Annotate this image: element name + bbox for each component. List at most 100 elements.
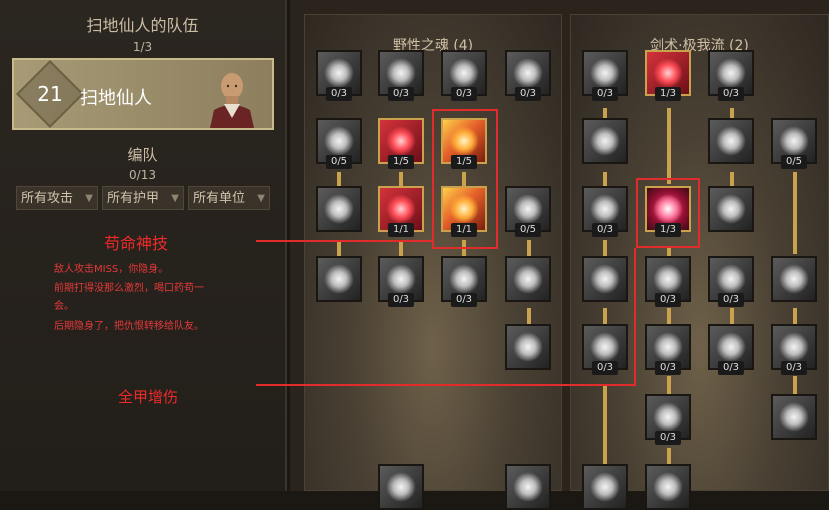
skill-points: 0/3 <box>325 87 353 101</box>
skill-points: 0/3 <box>591 223 619 237</box>
skill-tile[interactable] <box>378 464 424 510</box>
skill-points: 0/3 <box>717 361 745 375</box>
skill-icon <box>716 58 746 88</box>
member-name: 扫地仙人 <box>80 88 152 109</box>
armor-filter[interactable]: 所有护甲 ▼ <box>102 186 184 210</box>
skill-tile[interactable] <box>505 324 551 370</box>
skill-tile[interactable] <box>505 464 551 510</box>
skill-tile[interactable] <box>708 118 754 164</box>
skill-icon <box>590 332 620 362</box>
skill-tile[interactable]: 0/3 <box>378 50 424 101</box>
skill-tile[interactable]: 0/3 <box>582 324 628 375</box>
skill-tile[interactable] <box>582 118 628 164</box>
skill-tile[interactable]: 0/3 <box>441 50 487 101</box>
skill-icon <box>716 194 746 224</box>
skill-tile[interactable] <box>582 464 628 510</box>
annotation-pointer <box>634 248 636 386</box>
skill-tile[interactable]: 0/3 <box>708 324 754 375</box>
skill-tile[interactable] <box>708 186 754 232</box>
team-member-card[interactable]: 21 扫地仙人 <box>12 58 274 130</box>
skill-tile[interactable]: 0/3 <box>582 50 628 101</box>
skill-points: 0/3 <box>780 361 808 375</box>
skill-icon <box>590 472 620 502</box>
skill-points: 0/3 <box>654 431 682 445</box>
tree-connector <box>667 108 671 184</box>
tree-connector <box>603 384 607 464</box>
skill-tile[interactable] <box>582 256 628 302</box>
formation-count: 0/13 <box>129 168 156 182</box>
tree-connector <box>793 172 797 254</box>
skill-icon <box>590 58 620 88</box>
skill-icon <box>779 126 809 156</box>
tree-connector <box>667 308 671 324</box>
skill-tile[interactable]: 0/3 <box>645 256 691 307</box>
skill-icon <box>386 126 416 156</box>
skill-icon <box>653 332 683 362</box>
tree-connector <box>399 240 403 256</box>
skill-tile[interactable] <box>316 256 362 302</box>
skill-tile[interactable]: 0/5 <box>316 118 362 169</box>
skill-tile[interactable]: 0/3 <box>708 50 754 101</box>
skill-tile[interactable]: 0/3 <box>441 256 487 307</box>
skill-icon <box>653 58 683 88</box>
annotation-line: 后期隐身了，把仇恨转移给队友。 <box>54 321 204 332</box>
skill-icon <box>779 264 809 294</box>
unit-filter[interactable]: 所有单位 ▼ <box>188 186 270 210</box>
attack-filter[interactable]: 所有攻击 ▼ <box>16 186 98 210</box>
skill-points: 0/3 <box>654 361 682 375</box>
skill-icon <box>324 126 354 156</box>
skill-points: 0/3 <box>717 293 745 307</box>
skill-tile[interactable]: 0/3 <box>708 256 754 307</box>
skill-tile[interactable]: 0/3 <box>378 256 424 307</box>
annotation-title-2: 全甲增伤 <box>118 388 179 406</box>
skill-tile[interactable] <box>645 464 691 510</box>
skill-tile[interactable]: 0/3 <box>771 324 817 375</box>
annotation-pointer <box>256 384 636 386</box>
skill-tile[interactable]: 0/5 <box>505 186 551 237</box>
skill-tile[interactable]: 0/5 <box>771 118 817 169</box>
tree-connector <box>603 308 607 324</box>
skill-icon <box>716 332 746 362</box>
skill-icon <box>386 264 416 294</box>
annotation-line: 敌人攻击MISS，你隐身。 <box>54 264 169 275</box>
tree-connector <box>793 376 797 394</box>
chevron-down-icon: ▼ <box>85 193 93 204</box>
skill-tile[interactable] <box>771 394 817 440</box>
annotation-title-1: 苟命神技 <box>104 234 169 253</box>
skill-points: 0/3 <box>450 293 478 307</box>
skill-tile[interactable]: 1/3 <box>645 50 691 101</box>
tree-connector <box>399 172 403 186</box>
tree-connector <box>603 172 607 186</box>
team-count: 1/3 <box>132 40 153 54</box>
tree-connector <box>337 240 341 256</box>
tree-connector <box>603 240 607 256</box>
skill-tile[interactable]: 0/3 <box>582 186 628 237</box>
tree-connector <box>730 308 734 324</box>
skill-icon <box>779 402 809 432</box>
skill-points: 1/1 <box>387 223 415 237</box>
tree-connector <box>527 308 531 324</box>
skill-points: 0/3 <box>717 87 745 101</box>
skill-tile[interactable]: 0/3 <box>645 324 691 375</box>
skill-icon <box>653 472 683 502</box>
highlight-box <box>636 178 700 248</box>
skill-tile[interactable]: 1/1 <box>378 186 424 237</box>
skill-tile[interactable] <box>505 256 551 302</box>
skill-icon <box>590 264 620 294</box>
skill-tile[interactable]: 0/3 <box>505 50 551 101</box>
skill-icon <box>513 332 543 362</box>
skill-points: 0/3 <box>654 293 682 307</box>
member-level: 21 <box>37 82 63 106</box>
skill-tile[interactable]: 0/3 <box>645 394 691 445</box>
skill-icon <box>513 194 543 224</box>
skill-tile[interactable]: 1/5 <box>378 118 424 169</box>
skill-tile[interactable] <box>316 186 362 232</box>
tree-connector <box>603 108 607 118</box>
skill-icon <box>324 194 354 224</box>
tree-connector <box>730 172 734 186</box>
annotation-pointer <box>256 240 432 242</box>
skill-tile[interactable] <box>771 256 817 302</box>
highlight-box <box>432 109 498 249</box>
skill-tile[interactable]: 0/3 <box>316 50 362 101</box>
skill-icon <box>513 472 543 502</box>
